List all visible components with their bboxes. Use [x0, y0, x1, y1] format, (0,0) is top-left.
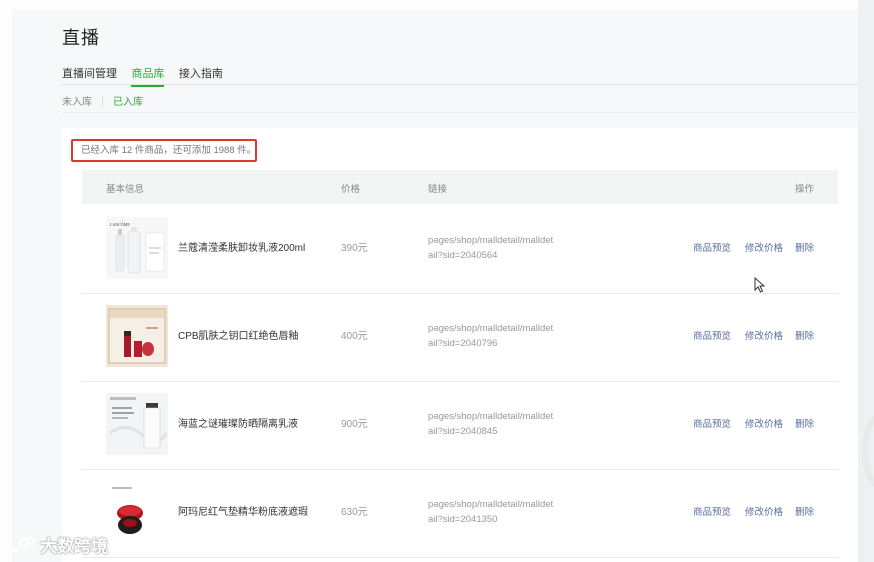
table-header: 基本信息 价格 链接 操作 — [82, 170, 838, 204]
product-price: 390元 — [341, 243, 368, 254]
sub-tabs: 未入库 已入库 — [62, 92, 143, 110]
product-link-line2: ail?sid=2040845 — [428, 426, 498, 437]
edit-price-link[interactable]: 修改价格 — [745, 469, 783, 557]
watermark-logo-icon — [6, 535, 36, 560]
product-name: 海蓝之谜璀璨防晒隔离乳液 — [178, 419, 298, 430]
edit-price-link[interactable]: 修改价格 — [745, 293, 783, 381]
subtab-stocked[interactable]: 已入库 — [113, 93, 143, 108]
table-row: LANCÔME 兰蔻清滢柔肤卸妆乳液200ml 390元 pages/shop/… — [82, 205, 838, 294]
product-link-line2: ail?sid=2040564 — [428, 250, 498, 261]
product-price: 630元 — [341, 507, 368, 518]
table-row: CPB肌肤之钥口红绝色唇釉 400元 pages/shop/malldetail… — [82, 293, 838, 382]
product-link: pages/shop/malldetail/malldet ail?sid=20… — [428, 497, 578, 527]
product-thumbnail — [106, 481, 168, 543]
thumb-brand-text: LANCÔME — [110, 222, 130, 227]
stock-count-notice: 已经入库 12 件商品，还可添加 1988 件。 — [71, 139, 257, 162]
product-link-line2: ail?sid=2040796 — [428, 338, 498, 349]
product-link-line1: pages/shop/malldetail/malldet — [428, 235, 554, 246]
preview-product-link[interactable]: 商品预览 — [693, 381, 731, 469]
product-link: pages/shop/malldetail/malldet ail?sid=20… — [428, 409, 578, 439]
tab-access-guide[interactable]: 接入指南 — [179, 65, 223, 85]
subtab-not-stocked[interactable]: 未入库 — [62, 93, 92, 108]
product-thumbnail — [106, 393, 168, 455]
product-price: 900元 — [341, 419, 368, 430]
product-name: 兰蔻清滢柔肤卸妆乳液200ml — [178, 243, 306, 254]
edit-price-link[interactable]: 修改价格 — [745, 381, 783, 469]
table-row: 阿玛尼红气垫精华粉底液遮瑕 630元 pages/shop/malldetail… — [82, 469, 838, 558]
table-row: 海蓝之谜璀璨防晒隔离乳液 900元 pages/shop/malldetail/… — [82, 381, 838, 470]
subtab-separator — [102, 95, 103, 106]
preview-product-link[interactable]: 商品预览 — [693, 205, 731, 293]
tab-product-library[interactable]: 商品库 — [131, 65, 165, 87]
mouse-cursor-icon — [754, 276, 766, 298]
product-link-line1: pages/shop/malldetail/malldet — [428, 411, 554, 422]
subtabs-divider — [62, 112, 858, 113]
delete-link[interactable]: 删除 — [795, 205, 814, 293]
header-link: 链接 — [428, 184, 448, 195]
product-name: CPB肌肤之钥口红绝色唇釉 — [178, 331, 299, 342]
delete-link[interactable]: 删除 — [795, 293, 814, 381]
tab-live-room-management[interactable]: 直播间管理 — [62, 65, 117, 85]
preview-product-link[interactable]: 商品预览 — [693, 293, 731, 381]
product-price: 400元 — [341, 331, 368, 342]
main-tabs: 直播间管理 商品库 接入指南 — [62, 64, 233, 87]
product-link: pages/shop/malldetail/malldet ail?sid=20… — [428, 233, 578, 263]
tabs-divider — [62, 84, 858, 85]
delete-link[interactable]: 删除 — [795, 381, 814, 469]
page-title: 直播 — [62, 28, 100, 48]
product-link-line1: pages/shop/malldetail/malldet — [428, 499, 554, 510]
header-price: 价格 — [341, 184, 361, 195]
product-link-line2: ail?sid=2041350 — [428, 514, 498, 525]
product-thumbnail — [106, 305, 168, 367]
watermark: 大数跨境 — [6, 532, 108, 560]
watermark-text: 大数跨境 — [40, 537, 108, 556]
product-thumbnail: LANCÔME — [106, 217, 168, 279]
preview-product-link[interactable]: 商品预览 — [693, 469, 731, 557]
header-basic-info: 基本信息 — [106, 184, 145, 195]
header-actions: 操作 — [795, 184, 815, 195]
delete-link[interactable]: 删除 — [795, 469, 814, 557]
product-link-line1: pages/shop/malldetail/malldet — [428, 323, 554, 334]
product-link: pages/shop/malldetail/malldet ail?sid=20… — [428, 321, 578, 351]
product-name: 阿玛尼红气垫精华粉底液遮瑕 — [178, 507, 308, 518]
